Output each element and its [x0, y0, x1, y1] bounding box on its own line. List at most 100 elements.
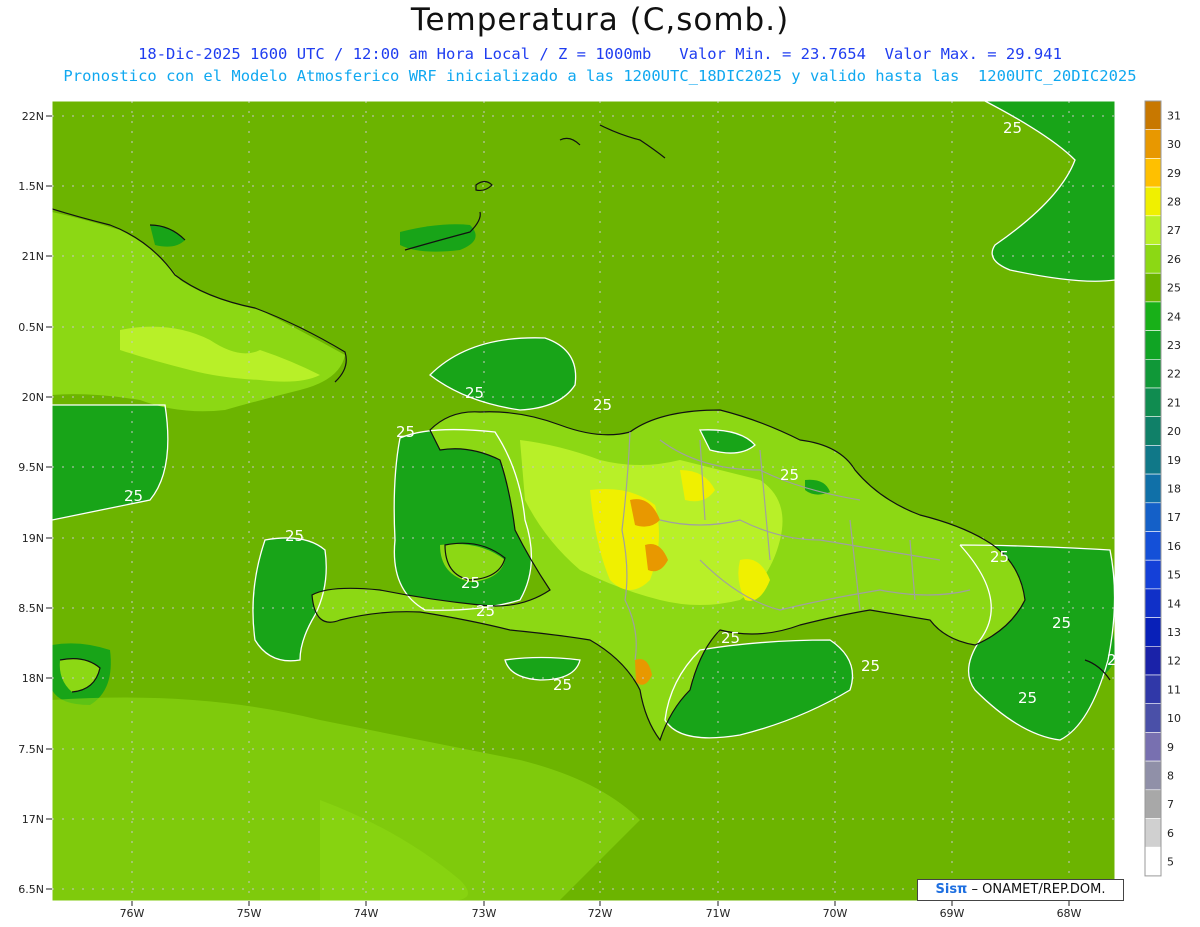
colorbar-cell	[1144, 129, 1162, 159]
contour-label: 25	[1003, 119, 1022, 137]
colorbar-cell	[1144, 215, 1162, 245]
map-plot-area: 25 25 25 25 25 25 25 25 25 25 25 25 25 2…	[52, 101, 1126, 901]
colorbar-label: 31	[1167, 109, 1181, 122]
contour-label: 25	[780, 466, 799, 484]
lon-tick-label: 70W	[823, 907, 848, 920]
colorbar-cell	[1144, 502, 1162, 532]
colorbar-label: 8	[1167, 770, 1174, 783]
colorbar-cell	[1144, 732, 1162, 762]
contour-label: 25	[465, 384, 484, 402]
contour-label: 25	[285, 527, 304, 545]
colorbar-cell	[1144, 559, 1162, 590]
colorbar-label: 24	[1167, 310, 1181, 323]
lat-tick-label: 17N	[22, 813, 44, 826]
colorbar-cell	[1144, 760, 1162, 791]
lat-tick-label: 8.5N	[18, 602, 44, 615]
longitude-axis: 76W 75W 74W 73W 72W 71W 70W 69W 68W	[120, 907, 1082, 920]
lon-tick-label: 73W	[472, 907, 497, 920]
contour-label: 25	[461, 574, 480, 592]
colorbar-cell	[1144, 301, 1162, 331]
colorbar-label: 25	[1167, 282, 1181, 295]
colorbar-label: 22	[1167, 368, 1181, 381]
colorbar-label: 18	[1167, 482, 1181, 495]
colorbar-cell	[1144, 387, 1162, 418]
colorbar-cell	[1144, 358, 1162, 389]
source-credit: Sisπ – ONAMET/REP.DOM.	[917, 879, 1124, 901]
colorbar-cell	[1144, 645, 1162, 676]
contour-label: 25	[593, 396, 612, 414]
lon-tick-label: 71W	[706, 907, 731, 920]
colorbar-label: 6	[1167, 827, 1174, 840]
colorbar-label: 14	[1167, 597, 1181, 610]
colorbar-cell	[1144, 617, 1162, 647]
latitude-axis: 22N 1.5N 21N 0.5N 20N 9.5N 19N 8.5N 18N …	[18, 110, 44, 896]
colorbar-label: 13	[1167, 626, 1181, 639]
colorbar-cell	[1144, 416, 1162, 446]
colorbar-label: 9	[1167, 741, 1174, 754]
lat-tick-label: 0.5N	[18, 321, 44, 334]
colorbar-cell	[1144, 473, 1162, 504]
lat-tick-label: 7.5N	[18, 743, 44, 756]
contour-label: 25	[990, 548, 1009, 566]
lat-tick-label: 1.5N	[18, 180, 44, 193]
longitude-ticks	[131, 901, 1070, 906]
contour-label: 25	[396, 423, 415, 441]
colorbar-cell	[1144, 789, 1162, 819]
colorbar-label: 19	[1167, 454, 1181, 467]
lat-tick-label: 19N	[22, 532, 44, 545]
colorbar-label: 11	[1167, 683, 1181, 696]
colorbar-cell	[1144, 244, 1162, 274]
colorbar-label: 12	[1167, 655, 1181, 668]
lon-tick-label: 75W	[237, 907, 262, 920]
colorbar-cell	[1144, 445, 1162, 475]
colorbar-label: 27	[1167, 224, 1181, 237]
colorbar-label: 7	[1167, 798, 1174, 811]
lat-tick-label: 22N	[22, 110, 44, 123]
colorbar-label: 26	[1167, 253, 1181, 266]
colorbar-label: 30	[1167, 138, 1181, 151]
colorbar-cell	[1144, 674, 1162, 705]
colorbar-cell	[1144, 531, 1162, 561]
lat-tick-label: 20N	[22, 391, 44, 404]
lat-tick-label: 9.5N	[18, 461, 44, 474]
lon-tick-label: 74W	[354, 907, 379, 920]
contour-label: 25	[124, 487, 143, 505]
colorbar-cell	[1144, 846, 1162, 877]
colorbar-label: 20	[1167, 425, 1181, 438]
lon-tick-label: 69W	[940, 907, 965, 920]
lon-tick-label: 76W	[120, 907, 145, 920]
colorbar-label: 23	[1167, 339, 1181, 352]
temperature-map: 25 25 25 25 25 25 25 25 25 25 25 25 25 2…	[18, 100, 1181, 920]
colorbar-cell	[1144, 818, 1162, 848]
lat-tick-label: 6.5N	[18, 883, 44, 896]
contour-label: 25	[721, 629, 740, 647]
colorbar-label: 29	[1167, 167, 1181, 180]
colorbar-cell	[1144, 703, 1162, 733]
contour-label: 25	[1018, 689, 1037, 707]
temperature-colorbar: 31 30 29 28 27 26 25 24 23 22 21 20 19 18 17 16 15 14 13 12…	[1144, 100, 1181, 877]
colorbar-cell	[1144, 330, 1162, 360]
sispi-logo-text: Sisπ	[935, 882, 968, 897]
colorbar-cell	[1144, 100, 1162, 131]
colorbar-label: 10	[1167, 712, 1181, 725]
colorbar-cell	[1144, 272, 1162, 303]
contour-label: 25	[476, 602, 495, 620]
colorbar-label: 21	[1167, 396, 1181, 409]
credit-text: – ONAMET/REP.DOM.	[967, 882, 1106, 897]
colorbar-cell	[1144, 588, 1162, 618]
contour-label: 25	[861, 657, 880, 675]
colorbar-label: 5	[1167, 856, 1174, 869]
contour-label: 25	[1052, 614, 1071, 632]
lon-tick-label: 72W	[588, 907, 613, 920]
colorbar-label: 28	[1167, 195, 1181, 208]
latitude-ticks	[46, 115, 52, 890]
colorbar-label: 15	[1167, 569, 1181, 582]
lat-tick-label: 18N	[22, 672, 44, 685]
contour-label: 25	[553, 676, 572, 694]
colorbar-cell	[1144, 186, 1162, 217]
colorbar-label: 16	[1167, 540, 1181, 553]
colorbar-label: 17	[1167, 511, 1181, 524]
lat-tick-label: 21N	[22, 250, 44, 263]
contour-label: 25	[1107, 651, 1126, 669]
colorbar-cell	[1144, 158, 1162, 188]
